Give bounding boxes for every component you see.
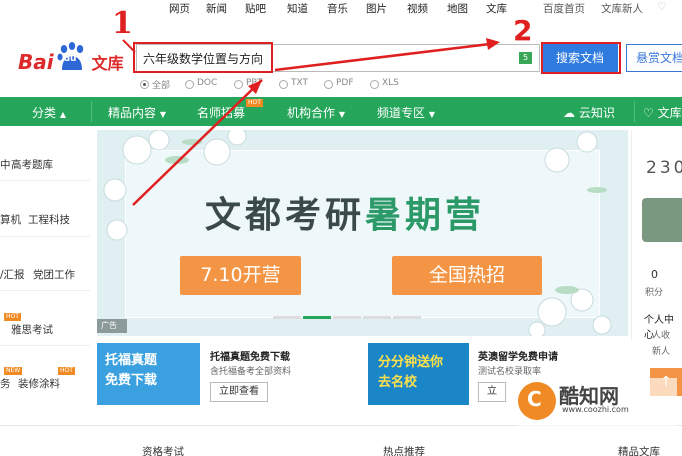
coozhi-logo-icon: C bbox=[518, 382, 556, 420]
watermark-url: www.coozhi.com bbox=[562, 405, 629, 414]
